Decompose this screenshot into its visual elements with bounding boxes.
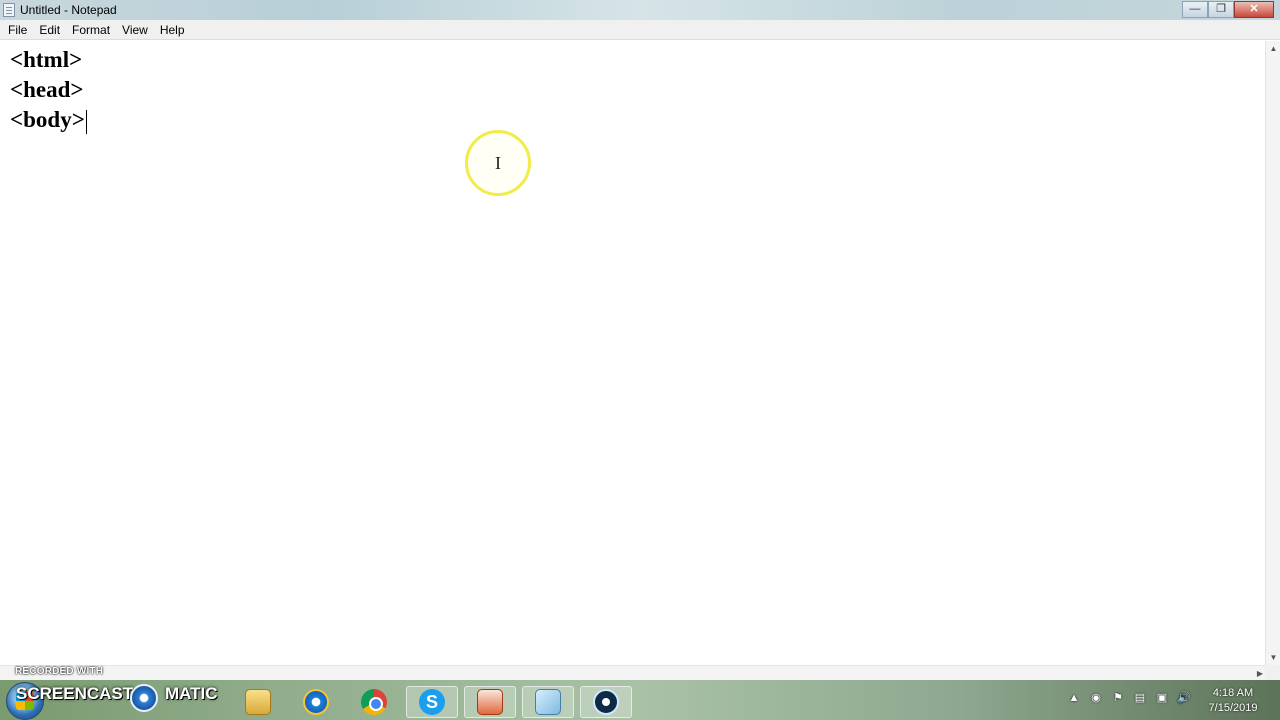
text-caret xyxy=(85,109,87,134)
window-title: Untitled - Notepad xyxy=(20,3,117,17)
network-globe-icon[interactable]: ◉ xyxy=(1088,690,1104,706)
scroll-right-arrow-icon[interactable]: ▶ xyxy=(1257,666,1263,681)
powerpoint-icon xyxy=(477,689,503,715)
taskbar-explorer[interactable] xyxy=(232,686,284,718)
watermark-brand-left: SCREENCAST xyxy=(16,684,134,703)
minimize-icon: — xyxy=(1189,3,1201,15)
editor-line: <html> xyxy=(10,45,1265,75)
folder-icon xyxy=(245,689,271,715)
notepad-icon xyxy=(535,689,561,715)
editor-line-text: <body> xyxy=(10,107,85,132)
screencast-logo-icon xyxy=(130,684,158,712)
show-hidden-icons-icon[interactable]: ▲ xyxy=(1066,690,1082,706)
vertical-scrollbar[interactable]: ▲ ▼ xyxy=(1265,41,1280,665)
maximize-button[interactable]: ❐ xyxy=(1208,1,1234,18)
minimize-button[interactable]: — xyxy=(1182,1,1208,18)
scroll-down-arrow-icon[interactable]: ▼ xyxy=(1266,650,1280,665)
editor-line: <body> xyxy=(10,105,1265,135)
window-controls: — ❐ ✕ xyxy=(1182,1,1274,18)
clock-time: 4:18 AM xyxy=(1212,687,1254,699)
skype-icon: S xyxy=(419,689,445,715)
menu-view[interactable]: View xyxy=(116,20,154,40)
restore-icon: ❐ xyxy=(1216,3,1226,15)
volume-icon[interactable]: 🔊 xyxy=(1176,690,1192,706)
menu-file[interactable]: File xyxy=(2,20,33,40)
editor-line-text: <head> xyxy=(10,77,84,102)
text-editor-area[interactable]: <html> <head> <body> xyxy=(0,41,1265,665)
menu-format[interactable]: Format xyxy=(66,20,116,40)
taskbar-powerpoint[interactable] xyxy=(464,686,516,718)
internet-explorer-icon xyxy=(303,689,329,715)
watermark-recorded-with: RECORDED WITH xyxy=(15,666,104,677)
clock-date: 7/15/2019 xyxy=(1208,702,1258,714)
watermark-brand-right: MATIC xyxy=(165,684,218,703)
menu-help[interactable]: Help xyxy=(154,20,191,40)
horizontal-scrollbar[interactable]: ▶ xyxy=(0,665,1265,680)
notepad-icon xyxy=(3,3,15,17)
recorder-icon xyxy=(593,689,619,715)
system-tray: ▲ ◉ ⚑ ▤ ▣ 🔊 xyxy=(1066,690,1192,706)
chrome-icon xyxy=(361,689,387,715)
menu-edit[interactable]: Edit xyxy=(33,20,66,40)
close-button[interactable]: ✕ xyxy=(1234,1,1274,18)
taskbar-screen-recorder[interactable] xyxy=(580,686,632,718)
action-center-flag-icon[interactable]: ⚑ xyxy=(1110,690,1126,706)
devices-icon[interactable]: ▤ xyxy=(1132,690,1148,706)
editor-line-text: <html> xyxy=(10,47,83,72)
close-icon: ✕ xyxy=(1249,3,1259,15)
system-clock[interactable]: 4:18 AM 7/15/2019 xyxy=(1198,686,1268,716)
menu-bar: File Edit Format View Help xyxy=(0,20,1280,40)
taskbar-internet-explorer[interactable] xyxy=(290,686,342,718)
editor-line: <head> xyxy=(10,75,1265,105)
title-bar[interactable]: Untitled - Notepad — ❐ ✕ xyxy=(0,0,1280,20)
scroll-up-arrow-icon[interactable]: ▲ xyxy=(1266,41,1280,56)
ibeam-cursor-icon: I xyxy=(495,153,501,173)
network-icon[interactable]: ▣ xyxy=(1154,690,1170,706)
taskbar-chrome[interactable] xyxy=(348,686,400,718)
size-grip[interactable] xyxy=(1265,665,1280,680)
taskbar-skype[interactable]: S xyxy=(406,686,458,718)
taskbar-notepad[interactable] xyxy=(522,686,574,718)
